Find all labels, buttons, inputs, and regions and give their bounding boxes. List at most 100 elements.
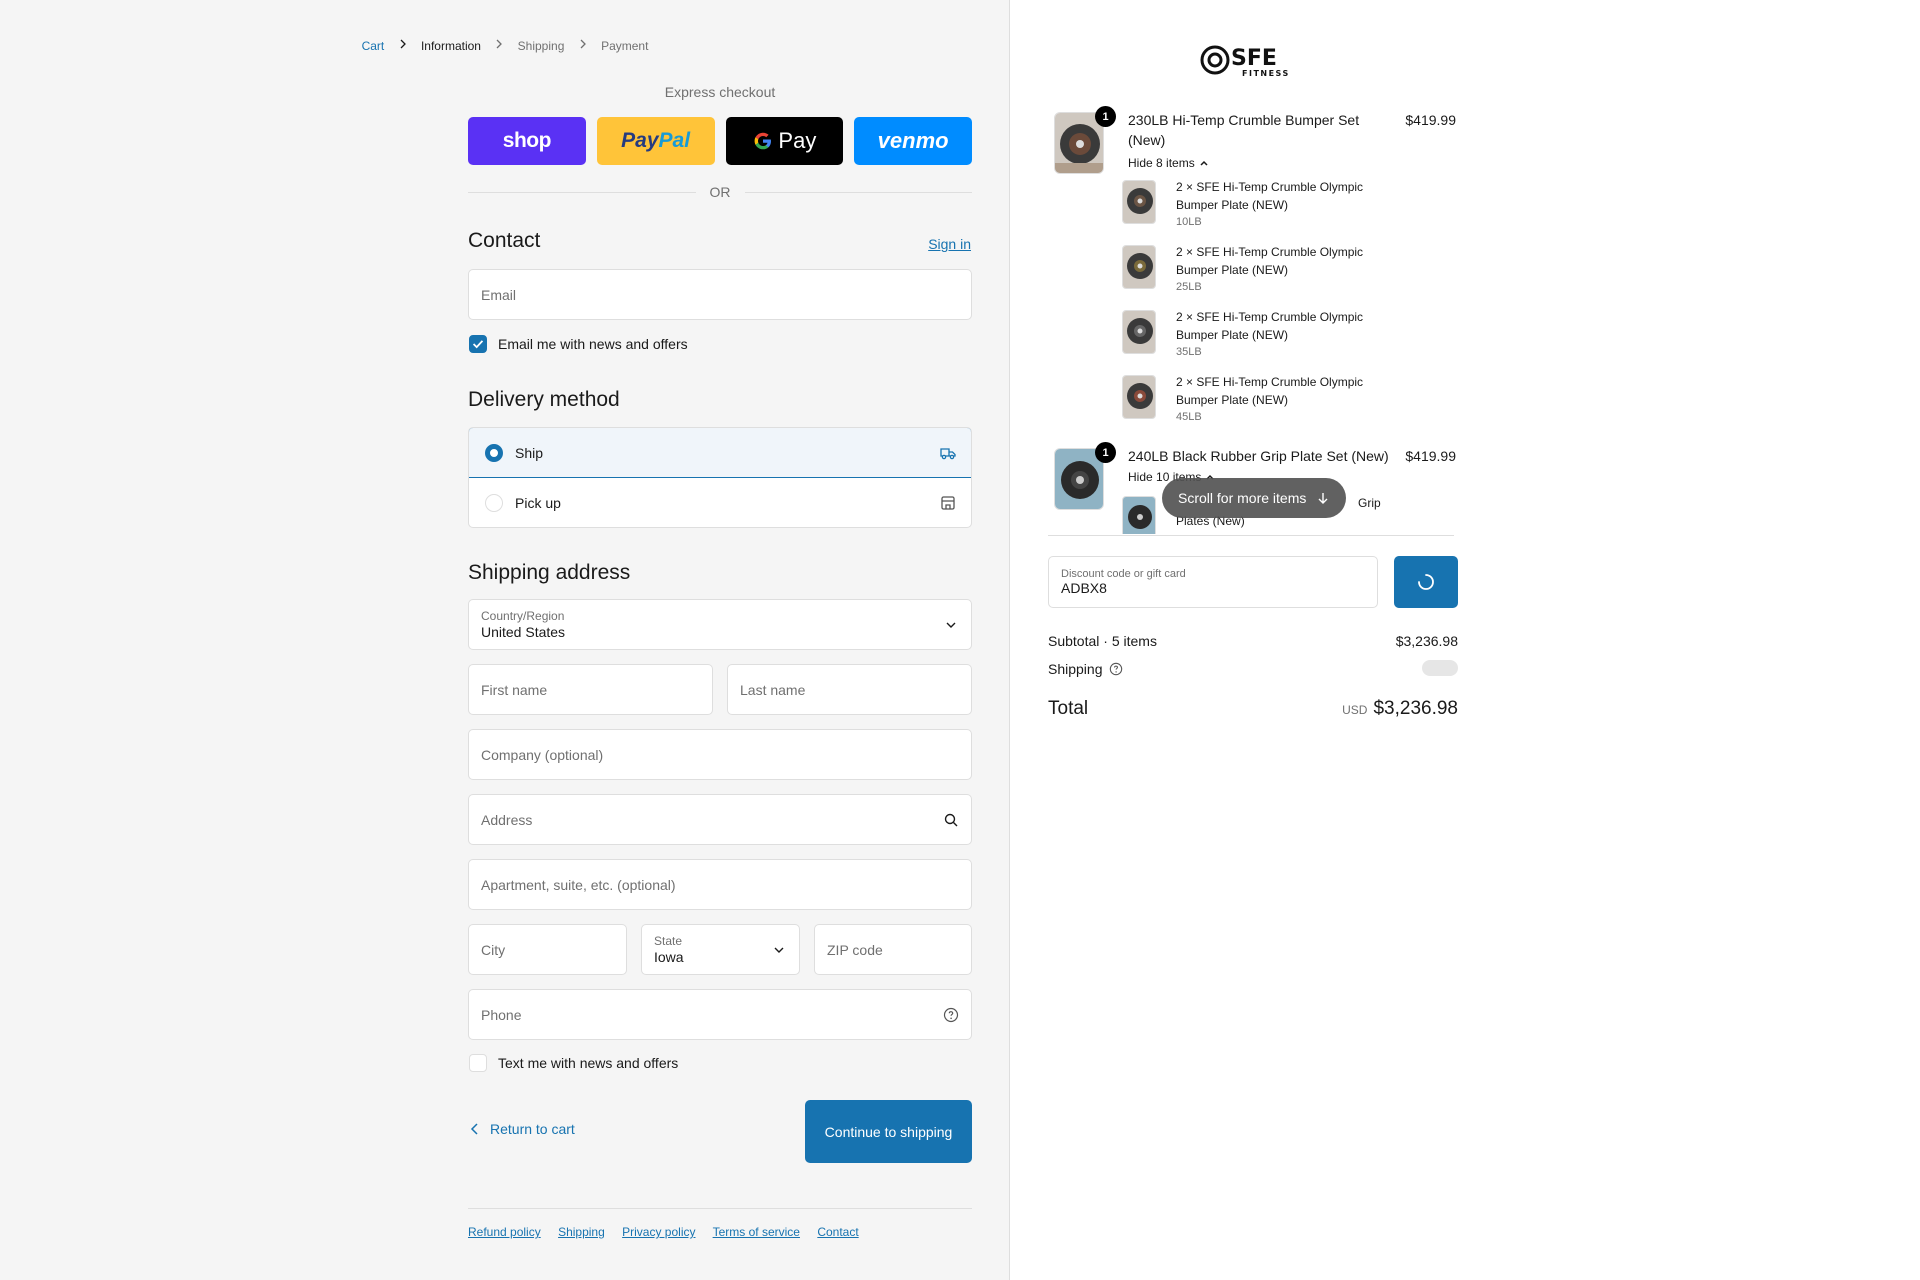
item-name: 230LB Hi-Temp Crumble Bumper Set (New) (1128, 112, 1360, 148)
delivery-method-group: Ship Pick up (468, 427, 972, 528)
sub-item-thumbnail (1122, 180, 1156, 224)
contact-link[interactable]: Contact (817, 1225, 858, 1239)
footer-divider (468, 1208, 972, 1209)
quantity-badge: 1 (1095, 442, 1116, 463)
breadcrumb-payment: Payment (601, 38, 649, 53)
shipping-summary-label: Shipping (1048, 661, 1103, 677)
discount-value: ADBX8 (1061, 580, 1107, 596)
email-optin-label: Email me with news and offers (498, 336, 688, 352)
help-icon[interactable] (943, 1007, 959, 1023)
footer-links: Refund policy Shipping Privacy policy Te… (468, 1225, 873, 1239)
breadcrumb-information: Information (420, 38, 481, 53)
address-placeholder: Address (481, 811, 533, 828)
sub-item-name: 2 × SFE Hi-Temp Crumble Olympic Bumper P… (1176, 180, 1364, 212)
summary-divider (1048, 535, 1454, 536)
grip-plate-image (1123, 497, 1155, 534)
total-label: Total (1048, 698, 1089, 719)
address-field[interactable]: Address (468, 794, 972, 845)
state-label: State (654, 933, 683, 948)
item-price: $419.99 (1405, 112, 1456, 128)
country-select[interactable]: Country/Region United States (468, 599, 972, 650)
delivery-option-ship[interactable]: Ship (469, 428, 971, 478)
hide-items-toggle[interactable]: Hide 8 items (1128, 156, 1209, 170)
ship-radio[interactable] (485, 443, 503, 462)
paypal-label-part2: Pal (658, 129, 691, 152)
delivery-heading: Delivery method (468, 388, 620, 411)
sms-optin-label: Text me with news and offers (498, 1055, 679, 1071)
breadcrumb-cart-link[interactable]: Cart (362, 39, 385, 53)
breadcrumb-shipping: Shipping (517, 38, 565, 53)
continue-to-shipping-button[interactable]: Continue to shipping (805, 1100, 972, 1163)
zip-placeholder: ZIP code (827, 941, 883, 958)
bumper-plate-image (1123, 246, 1155, 288)
total-amount: USD $3,236.98 (1342, 698, 1458, 720)
discount-label: Discount code or gift card (1061, 568, 1186, 580)
phone-placeholder: Phone (481, 1006, 522, 1023)
divider-line (744, 191, 972, 193)
delivery-option-pickup[interactable]: Pick up (469, 478, 971, 527)
sub-item-thumbnail (1122, 245, 1156, 289)
email-field[interactable]: Email (468, 269, 972, 320)
return-to-cart-label: Return to cart (490, 1121, 575, 1137)
paypal-button[interactable]: Pay Pal (596, 117, 715, 165)
divider-line (468, 191, 696, 193)
apartment-field[interactable]: Apartment, suite, etc. (optional) (468, 859, 972, 910)
paypal-label-part1: Pay (621, 129, 659, 152)
terms-of-service-link[interactable]: Terms of service (713, 1225, 800, 1239)
state-select[interactable]: State Iowa (641, 924, 800, 975)
zip-field[interactable]: ZIP code (814, 924, 972, 975)
pickup-label: Pick up (515, 495, 561, 511)
sub-item-name: 2 × SFE Hi-Temp Crumble Olympic Bumper P… (1176, 375, 1364, 407)
item-name: 240LB Black Rubber Grip Plate Set (New) (1128, 448, 1389, 464)
sign-in-link[interactable]: Sign in (928, 236, 971, 252)
sms-optin-checkbox[interactable] (469, 1054, 487, 1072)
subtotal-value: $3,236.98 (1395, 633, 1458, 649)
sub-item-variant: 10LB (1176, 216, 1202, 228)
logo-subtext: FITNESS (1242, 69, 1290, 78)
chevron-up-icon (1200, 160, 1208, 166)
express-checkout-title: Express checkout (664, 84, 776, 100)
google-g-icon (755, 132, 772, 150)
phone-field[interactable]: Phone (468, 989, 972, 1040)
scroll-for-more-button[interactable]: Scroll for more items (1162, 478, 1347, 518)
item-price: $419.99 (1405, 448, 1456, 464)
return-to-cart-link[interactable]: Return to cart (468, 1121, 575, 1137)
ship-label: Ship (515, 444, 544, 461)
country-value: United States (481, 623, 566, 640)
city-placeholder: City (481, 941, 506, 958)
country-label: Country/Region (481, 608, 565, 623)
chevron-right-icon (580, 39, 586, 49)
bumper-plate-image (1123, 376, 1155, 418)
refund-policy-link[interactable]: Refund policy (468, 1225, 541, 1239)
email-optin-checkbox[interactable] (469, 335, 487, 353)
help-icon[interactable] (1109, 662, 1123, 676)
last-name-field[interactable]: Last name (727, 664, 972, 715)
store-icon (941, 496, 955, 510)
sub-item-name: 2 × SFE Hi-Temp Crumble Olympic Bumper P… (1176, 310, 1364, 342)
last-name-placeholder: Last name (740, 681, 806, 698)
order-summary-pane: SFE FITNESS 1 230LB Hi-Temp Crumble Bump… (1010, 0, 1920, 1280)
apartment-placeholder: Apartment, suite, etc. (optional) (481, 876, 676, 893)
sub-item-thumbnail (1122, 375, 1156, 419)
apply-discount-button[interactable] (1394, 556, 1458, 608)
quantity-badge: 1 (1095, 106, 1116, 127)
first-name-field[interactable]: First name (468, 664, 713, 715)
subtotal-label: Subtotal · 5 items (1048, 633, 1157, 649)
bumper-plate-image (1123, 181, 1155, 223)
shop-pay-button[interactable]: shop (468, 117, 586, 165)
google-pay-button[interactable]: Pay (725, 117, 844, 165)
chevron-down-icon (946, 622, 956, 628)
order-items-list[interactable]: 1 230LB Hi-Temp Crumble Bumper Set (New)… (1048, 100, 1468, 534)
chevron-left-icon (470, 1123, 478, 1135)
venmo-button[interactable]: venmo (854, 117, 972, 165)
city-field[interactable]: City (468, 924, 627, 975)
shipping-policy-link[interactable]: Shipping (558, 1225, 605, 1239)
company-field[interactable]: Company (optional) (468, 729, 972, 780)
sub-item-variant: 25LB (1176, 281, 1202, 293)
pickup-radio[interactable] (485, 494, 503, 512)
privacy-policy-link[interactable]: Privacy policy (622, 1225, 695, 1239)
discount-code-field[interactable]: Discount code or gift card ADBX8 (1048, 556, 1378, 608)
sub-item-name-partial: Grip (1358, 496, 1381, 510)
checkout-form-pane: Cart Information Shipping Payment Expres… (0, 0, 1010, 1280)
sub-item-variant: 45LB (1176, 411, 1202, 423)
